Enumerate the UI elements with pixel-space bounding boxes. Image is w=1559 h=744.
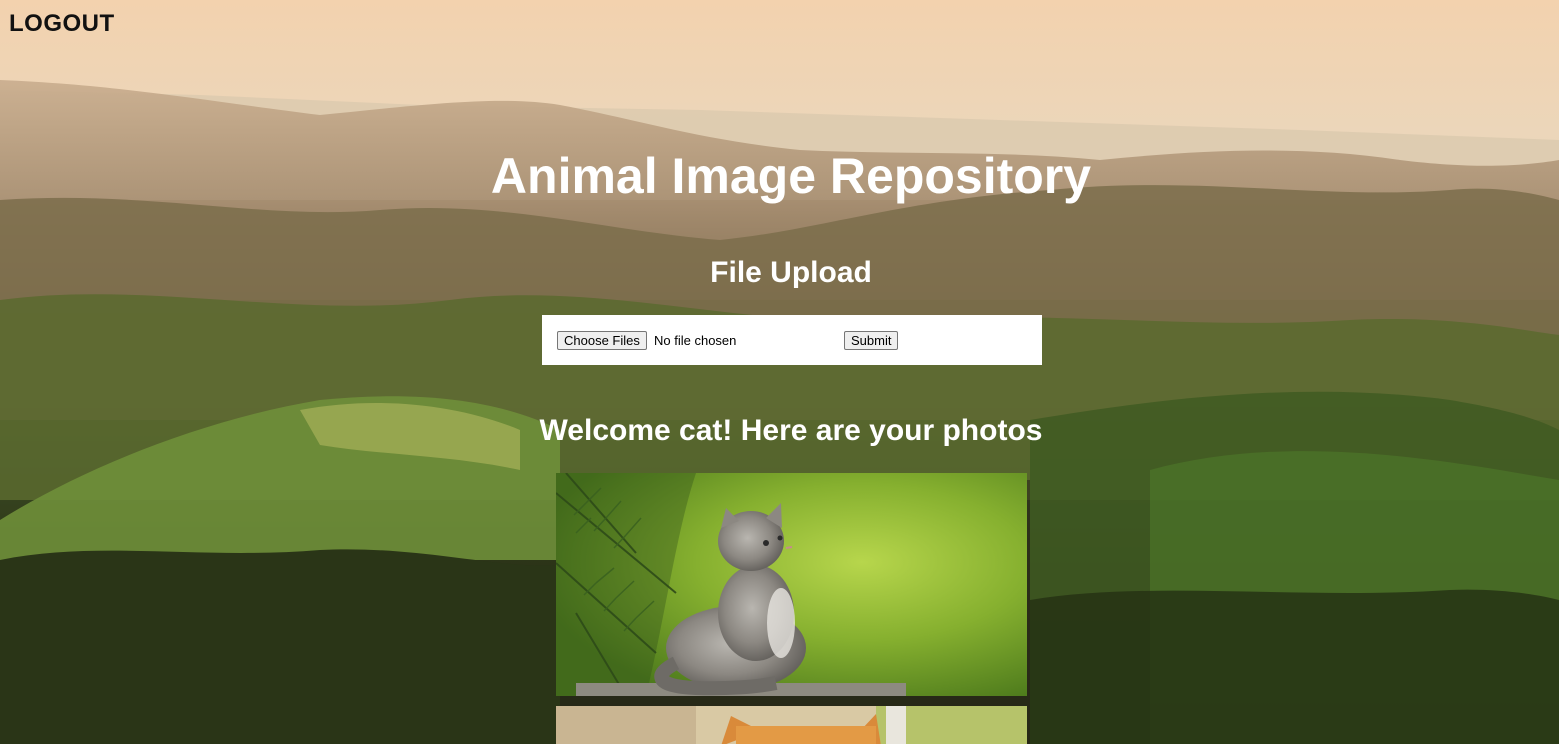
kitten-image bbox=[556, 473, 1027, 696]
file-upload-heading: File Upload bbox=[710, 256, 872, 289]
photo-kitten[interactable] bbox=[556, 473, 1027, 696]
file-status-text: No file chosen bbox=[654, 333, 737, 348]
orange-cat-image bbox=[556, 706, 1027, 744]
page-title: Animal Image Repository bbox=[490, 148, 1092, 204]
logout-link[interactable]: LOGOUT bbox=[9, 10, 115, 38]
choose-files-button[interactable]: Choose Files bbox=[557, 331, 647, 350]
upload-form: Choose Files No file chosen Submit bbox=[542, 315, 1042, 365]
photo-orange-cat[interactable] bbox=[556, 706, 1027, 744]
page: LOGOUT Animal Image Repository File Uplo… bbox=[0, 0, 1559, 744]
submit-button[interactable]: Submit bbox=[844, 331, 899, 350]
welcome-heading: Welcome cat! Here are your photos bbox=[539, 414, 1043, 447]
